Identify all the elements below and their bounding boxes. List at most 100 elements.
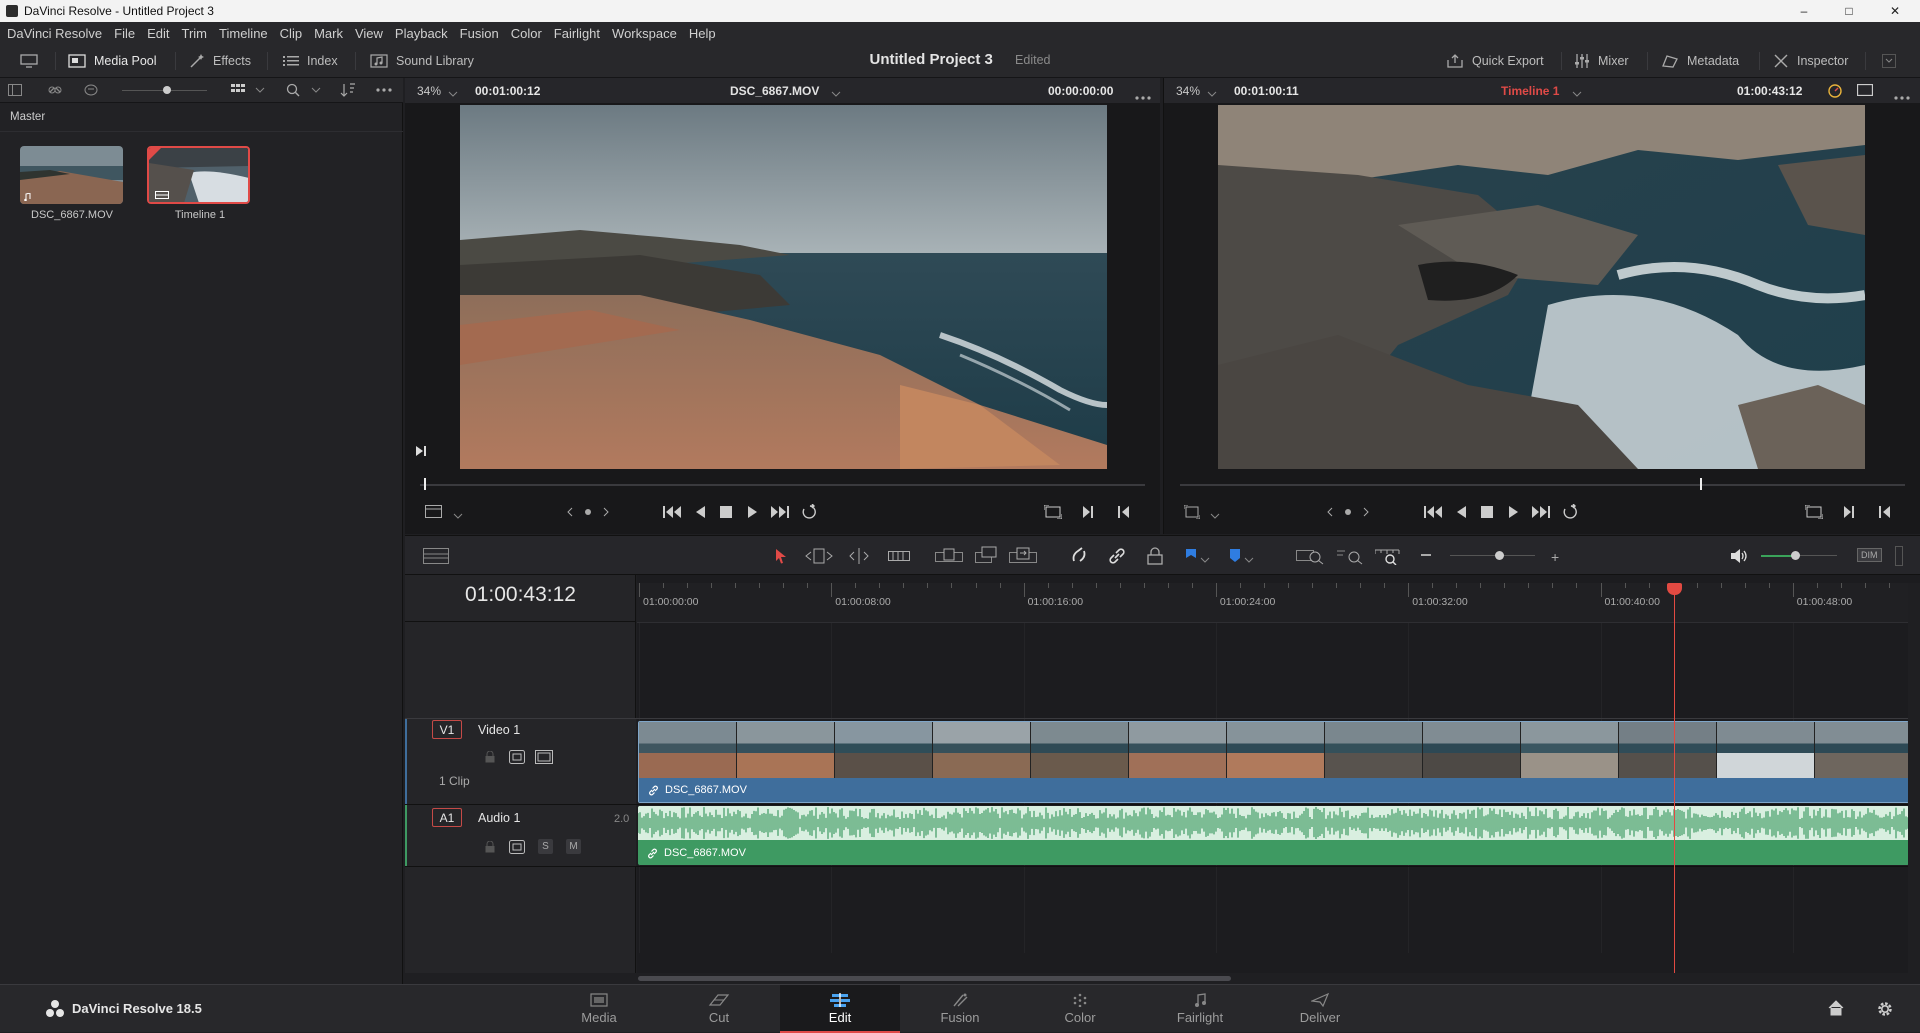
match-frame-icon[interactable]	[1043, 504, 1063, 522]
source-video-frame[interactable]	[460, 105, 1107, 469]
flag-icon[interactable]	[1185, 548, 1197, 567]
media-clip-thumbnail[interactable]	[20, 146, 123, 204]
track-header-video[interactable]: V1 Video 1 1 Clip	[405, 719, 636, 804]
menu-davinci[interactable]: DaVinci Resolve	[7, 26, 102, 41]
timeline-ruler[interactable]: 01:00:00:00 01:00:08:00 01:00:16:00 01:00:2…	[637, 583, 1920, 953]
stop-icon[interactable]	[720, 506, 732, 521]
grid-view-icon[interactable]	[231, 84, 245, 96]
play-reverse-icon[interactable]	[1456, 505, 1468, 522]
marker-icon[interactable]	[1229, 548, 1241, 567]
snapping-icon[interactable]	[1070, 547, 1088, 568]
page-cut[interactable]: Cut	[659, 985, 779, 1033]
menu-workspace[interactable]: Workspace	[612, 26, 677, 41]
zoom-out-icon[interactable]	[1421, 554, 1431, 556]
chevron-down-icon[interactable]	[1207, 87, 1217, 101]
auto-select-icon[interactable]	[509, 750, 525, 767]
timeline-current-timecode[interactable]: 01:00:43:12	[405, 583, 636, 607]
dim-audio-button[interactable]: DIM	[1857, 548, 1882, 562]
more-options-icon[interactable]	[1135, 89, 1151, 103]
zoom-custom-icon[interactable]	[1374, 547, 1403, 568]
selection-tool-icon[interactable]	[774, 548, 788, 567]
overwrite-clip-icon[interactable]	[975, 546, 999, 567]
match-frame-icon[interactable]	[1804, 504, 1824, 522]
timeline-video-frame[interactable]	[1218, 105, 1865, 469]
timeline-viewer-playhead[interactable]	[1700, 478, 1702, 490]
go-to-last-frame-icon[interactable]	[770, 505, 790, 522]
home-icon[interactable]	[1828, 1000, 1844, 1019]
solo-button[interactable]: S	[538, 839, 553, 854]
timeline-thumbnail[interactable]	[147, 146, 250, 204]
menu-file[interactable]: File	[114, 26, 135, 41]
maximize-button[interactable]: □	[1827, 0, 1871, 22]
volume-slider-track[interactable]	[1797, 555, 1837, 556]
menu-clip[interactable]: Clip	[280, 26, 302, 41]
track-name-video[interactable]: Video 1	[478, 723, 520, 737]
menu-fusion[interactable]: Fusion	[460, 26, 499, 41]
position-lock-icon[interactable]	[1147, 547, 1163, 568]
volume-slider-handle[interactable]	[1791, 551, 1800, 560]
dynamic-trim-icon[interactable]	[846, 548, 872, 567]
play-icon[interactable]	[1508, 505, 1520, 522]
chevron-down-icon[interactable]	[1210, 509, 1220, 523]
replace-clip-icon[interactable]	[1009, 547, 1037, 568]
loop-icon[interactable]	[1561, 503, 1581, 523]
timeline-name-selector[interactable]: Timeline 1	[1501, 84, 1559, 98]
minimize-button[interactable]: –	[1782, 0, 1826, 22]
settings-gear-icon[interactable]	[1876, 1000, 1894, 1021]
jog-control-icon[interactable]	[567, 505, 609, 522]
mark-out-icon[interactable]	[1118, 505, 1130, 522]
more-options-icon[interactable]	[1894, 89, 1910, 103]
jog-control-icon[interactable]	[1327, 505, 1369, 522]
close-button[interactable]: ✕	[1873, 0, 1917, 22]
source-clip-name[interactable]: DSC_6867.MOV	[730, 84, 819, 98]
chevron-down-icon[interactable]	[311, 86, 321, 94]
auto-select-icon[interactable]	[509, 840, 525, 857]
timeline-vertical-scrollbar[interactable]	[1908, 583, 1920, 973]
chevron-down-icon[interactable]	[1200, 553, 1210, 567]
loop-icon[interactable]	[800, 503, 820, 523]
search-icon[interactable]	[286, 83, 300, 97]
smart-bin-icon[interactable]	[84, 84, 98, 96]
timeline-playhead[interactable]	[1667, 583, 1682, 973]
menu-color[interactable]: Color	[511, 26, 542, 41]
source-scrubber[interactable]	[420, 484, 1145, 486]
source-playhead[interactable]	[424, 478, 426, 490]
track-id-video[interactable]: V1	[432, 720, 462, 739]
volume-icon[interactable]	[1730, 548, 1748, 567]
timeline-scrollbar-thumb[interactable]	[638, 976, 1231, 981]
menu-timeline[interactable]: Timeline	[219, 26, 268, 41]
page-edit[interactable]: Edit	[780, 985, 900, 1033]
go-to-first-frame-icon[interactable]	[1424, 505, 1444, 522]
transform-icon[interactable]	[1183, 504, 1201, 522]
mark-in-icon[interactable]	[1082, 505, 1094, 522]
chevron-down-icon[interactable]	[255, 86, 265, 94]
audio-clip[interactable]: DSC_6867.MOV	[638, 806, 1909, 865]
timeline-view-options-icon[interactable]	[423, 548, 449, 567]
link-icon[interactable]	[48, 84, 62, 96]
chevron-down-icon[interactable]	[831, 87, 841, 101]
track-header-audio[interactable]: A1 Audio 1 2.0 S M	[405, 805, 636, 866]
stop-icon[interactable]	[1481, 506, 1493, 521]
blade-tool-icon[interactable]	[888, 548, 910, 567]
menu-help[interactable]: Help	[689, 26, 716, 41]
zoom-detail-icon[interactable]	[1337, 547, 1365, 568]
menu-view[interactable]: View	[355, 26, 383, 41]
track-visibility-icon[interactable]	[535, 750, 553, 767]
mark-in-icon[interactable]	[1843, 505, 1855, 522]
trim-edit-icon[interactable]	[805, 548, 833, 567]
menu-trim[interactable]: Trim	[182, 26, 208, 41]
source-zoom[interactable]: 34%	[417, 84, 441, 98]
page-media[interactable]: Media	[539, 985, 659, 1033]
chevron-down-icon[interactable]	[1244, 553, 1254, 567]
page-deliver[interactable]: Deliver	[1260, 985, 1380, 1033]
zoom-full-icon[interactable]	[1296, 547, 1324, 568]
play-reverse-icon[interactable]	[695, 505, 707, 522]
safe-area-icon[interactable]	[1856, 83, 1874, 99]
sort-icon[interactable]	[340, 83, 356, 97]
timeline-zoom-handle[interactable]	[1495, 551, 1504, 560]
track-name-audio[interactable]: Audio 1	[478, 811, 520, 825]
thumbnail-size-handle[interactable]	[163, 86, 171, 94]
chevron-down-icon[interactable]	[448, 87, 458, 101]
video-clip[interactable]: DSC_6867.MOV	[638, 721, 1909, 803]
more-options-icon[interactable]	[376, 88, 392, 92]
